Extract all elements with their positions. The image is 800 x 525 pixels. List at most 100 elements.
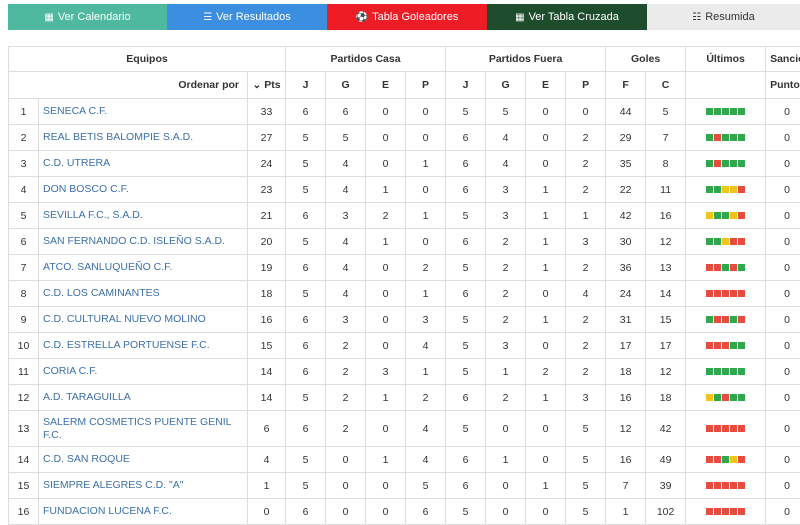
result-marker-P <box>706 342 713 349</box>
sancion-cell: 0 <box>766 255 800 281</box>
stat-cell-c: 8 <box>646 151 686 177</box>
resumida-button[interactable]: ☷Resumida <box>647 4 800 30</box>
goles-c-header: C <box>646 72 686 99</box>
team-link[interactable]: SIEMPRE ALEGRES C.D. "A" <box>39 473 248 499</box>
stat-cell-hp: 1 <box>406 281 446 307</box>
stat-cell-he: 0 <box>366 281 406 307</box>
stat-cell-ae: 0 <box>526 411 566 447</box>
stat-cell-hp: 4 <box>406 411 446 447</box>
team-link[interactable]: SALERM COSMETICS PUENTE GENIL F.C. <box>39 411 248 447</box>
team-link[interactable]: C.D. SAN ROQUE <box>39 447 248 473</box>
team-link[interactable]: SAN FERNANDO C.D. ISLEÑO S.A.D. <box>39 229 248 255</box>
sancion-cell: 0 <box>766 281 800 307</box>
stat-cell-ae: 0 <box>526 499 566 525</box>
stat-cell-f: 12 <box>606 411 646 447</box>
result-marker-G <box>730 368 737 375</box>
away-e-header: E <box>526 72 566 99</box>
pts-label: Pts <box>264 79 280 91</box>
ver-tabla-cruzada-button[interactable]: ▦Ver Tabla Cruzada <box>487 4 647 30</box>
position-cell: 13 <box>9 411 39 447</box>
team-link[interactable]: ATCO. SANLUQUEÑO C.F. <box>39 255 248 281</box>
team-link[interactable]: SENECA C.F. <box>39 99 248 125</box>
ball-icon: ⚽ <box>356 12 368 23</box>
stat-cell-pts: 19 <box>248 255 286 281</box>
stat-cell-hp: 2 <box>406 385 446 411</box>
ultimos-cell <box>686 203 766 229</box>
table-row: 8C.D. LOS CAMINANTES185401620424140 <box>9 281 800 307</box>
result-marker-G <box>738 264 745 271</box>
stat-cell-ag: 1 <box>486 447 526 473</box>
position-cell: 14 <box>9 447 39 473</box>
result-marker-G <box>714 212 721 219</box>
stat-cell-he: 1 <box>366 177 406 203</box>
stat-cell-aj: 5 <box>446 411 486 447</box>
tabla-goleadores-button[interactable]: ⚽ Tabla Goleadores <box>327 4 487 30</box>
team-link[interactable]: CORIA C.F. <box>39 359 248 385</box>
team-link[interactable]: C.D. ESTRELLA PORTUENSE F.C. <box>39 333 248 359</box>
stat-cell-pts: 6 <box>248 411 286 447</box>
stat-cell-pts: 23 <box>248 177 286 203</box>
sancion-cell: 0 <box>766 359 800 385</box>
result-marker-P <box>722 425 729 432</box>
team-link[interactable]: FUNDACION LUCENA F.C. <box>39 499 248 525</box>
result-marker-G <box>738 108 745 115</box>
stat-cell-ap: 2 <box>566 177 606 203</box>
button-label: Tabla Goleadores <box>372 11 458 23</box>
stat-cell-c: 17 <box>646 333 686 359</box>
table-row: 3C.D. UTRERA24540164023580 <box>9 151 800 177</box>
stat-cell-ae: 1 <box>526 255 566 281</box>
stat-cell-ae: 2 <box>526 359 566 385</box>
team-link[interactable]: SEVILLA F.C., S.A.D. <box>39 203 248 229</box>
result-marker-P <box>730 425 737 432</box>
stat-cell-aj: 5 <box>446 499 486 525</box>
team-link[interactable]: C.D. UTRERA <box>39 151 248 177</box>
puntos-header: Puntos <box>766 72 800 99</box>
result-marker-G <box>738 134 745 141</box>
ver-resultados-button[interactable]: ☰Ver Resultados <box>167 4 327 30</box>
sancion-cell: 0 <box>766 99 800 125</box>
stat-cell-he: 0 <box>366 125 406 151</box>
result-marker-G <box>706 368 713 375</box>
result-marker-P <box>738 508 745 515</box>
stat-cell-c: 18 <box>646 385 686 411</box>
sancion-cell: 0 <box>766 385 800 411</box>
result-marker-G <box>714 186 721 193</box>
table-row: 4DON BOSCO C.F.235410631222110 <box>9 177 800 203</box>
team-link[interactable]: A.D. TARAGUILLA <box>39 385 248 411</box>
ver-calendario-button[interactable]: ▦Ver Calendario <box>8 4 167 30</box>
team-link[interactable]: C.D. LOS CAMINANTES <box>39 281 248 307</box>
ultimos-cell <box>686 307 766 333</box>
team-link[interactable]: C.D. CULTURAL NUEVO MOLINO <box>39 307 248 333</box>
stat-cell-c: 16 <box>646 203 686 229</box>
stat-cell-hj: 6 <box>286 255 326 281</box>
stat-cell-ag: 4 <box>486 125 526 151</box>
stat-cell-f: 31 <box>606 307 646 333</box>
result-marker-P <box>714 290 721 297</box>
stat-cell-he: 1 <box>366 385 406 411</box>
standings-body: 1SENECA C.F.336600550044502REAL BETIS BA… <box>9 99 800 525</box>
home-j-header: J <box>286 72 326 99</box>
sort-pts-header[interactable]: ⌄ Pts <box>248 72 286 99</box>
table-row: 7ATCO. SANLUQUEÑO C.F.196402521236130 <box>9 255 800 281</box>
stat-cell-aj: 5 <box>446 203 486 229</box>
result-marker-G <box>714 368 721 375</box>
position-cell: 7 <box>9 255 39 281</box>
stat-cell-hg: 0 <box>326 499 366 525</box>
ultimos-cell <box>686 151 766 177</box>
stat-cell-ap: 5 <box>566 411 606 447</box>
stat-cell-he: 0 <box>366 255 406 281</box>
result-marker-P <box>706 264 713 271</box>
stat-cell-aj: 5 <box>446 99 486 125</box>
stat-cell-pts: 14 <box>248 385 286 411</box>
stat-cell-he: 0 <box>366 473 406 499</box>
result-marker-P <box>730 238 737 245</box>
result-marker-P <box>738 238 745 245</box>
result-marker-P <box>738 456 745 463</box>
result-marker-E <box>722 186 729 193</box>
stat-cell-hg: 2 <box>326 359 366 385</box>
result-marker-G <box>706 238 713 245</box>
team-link[interactable]: DON BOSCO C.F. <box>39 177 248 203</box>
result-marker-G <box>730 160 737 167</box>
stat-cell-hp: 1 <box>406 151 446 177</box>
team-link[interactable]: REAL BETIS BALOMPIE S.A.D. <box>39 125 248 151</box>
